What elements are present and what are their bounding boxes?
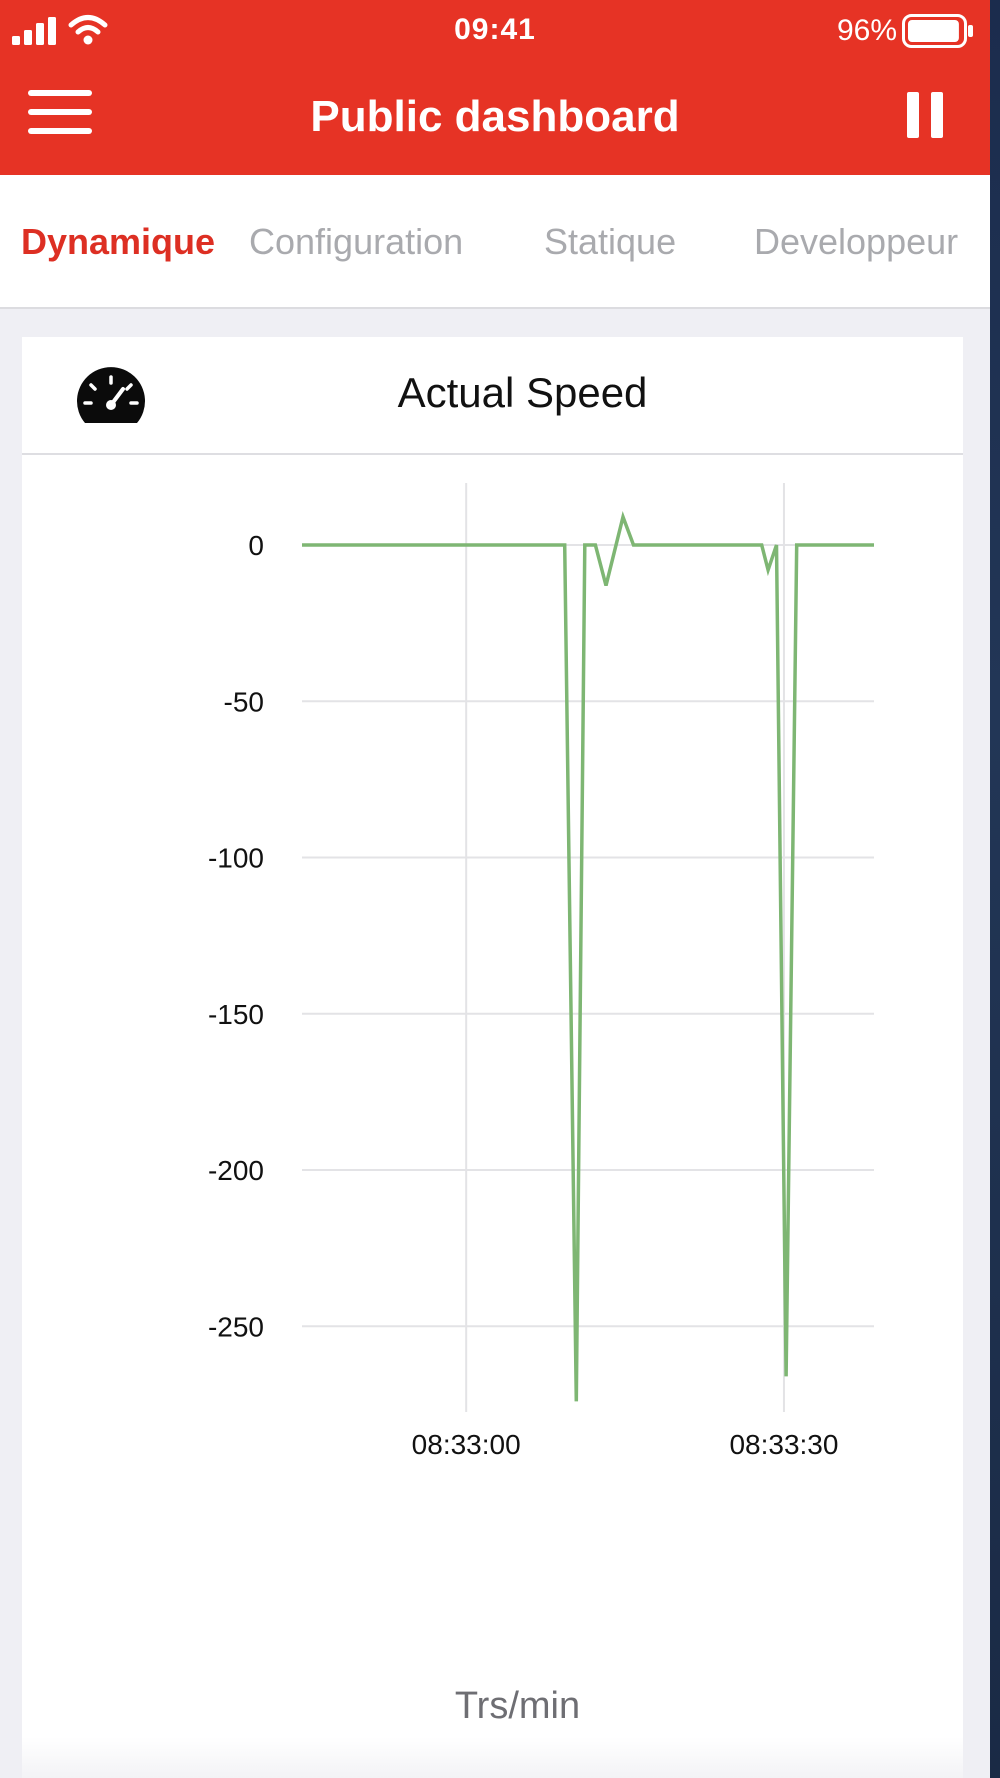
speed-card: Actual Speed 0 -50 -100 -150 -200 -250 08:33:0… <box>22 337 963 1778</box>
desktop-backdrop <box>990 0 1000 1778</box>
pause-button[interactable] <box>907 92 943 138</box>
y-tick-label: -200 <box>208 1155 264 1186</box>
pause-icon <box>907 92 919 138</box>
y-tick-label: -50 <box>224 686 264 717</box>
status-bar: 09:41 96% <box>0 0 990 64</box>
battery-icon <box>902 14 973 48</box>
speed-series-line <box>302 510 874 1402</box>
pause-icon-bar <box>931 92 943 138</box>
y-tick-label: -150 <box>208 999 264 1030</box>
battery-percentage: 96% <box>836 14 897 47</box>
card-header: Actual Speed <box>22 337 963 455</box>
tab-developpeur[interactable]: Developpeur <box>754 221 958 263</box>
y-tick-label: 0 <box>248 530 264 561</box>
tab-bar: Dynamique Configuration Statique Develop… <box>0 175 990 309</box>
card-bottom <box>22 1737 963 1778</box>
x-tick-label: 08:33:30 <box>729 1429 838 1457</box>
app-header: 09:41 96% Public dashboard <box>0 0 990 175</box>
tab-statique[interactable]: Statique <box>544 221 676 263</box>
page-title: Public dashboard <box>310 92 680 141</box>
y-tick-label: -250 <box>208 1311 264 1342</box>
speed-line-chart: 0 -50 -100 -150 -200 -250 08:33:00 08:33:30 <box>208 483 874 1457</box>
unit-label: Trs/min <box>454 1685 581 1727</box>
card-title: Actual Speed <box>397 369 648 416</box>
navigation-bar: Public dashboard <box>0 64 990 175</box>
tab-configuration[interactable]: Configuration <box>249 221 463 263</box>
phone-screen: 09:41 96% Public dashboard Dynamique Con… <box>0 0 990 1778</box>
tab-dynamique[interactable]: Dynamique <box>21 221 215 263</box>
y-tick-label: -100 <box>208 843 264 874</box>
x-tick-label: 08:33:00 <box>412 1429 521 1457</box>
